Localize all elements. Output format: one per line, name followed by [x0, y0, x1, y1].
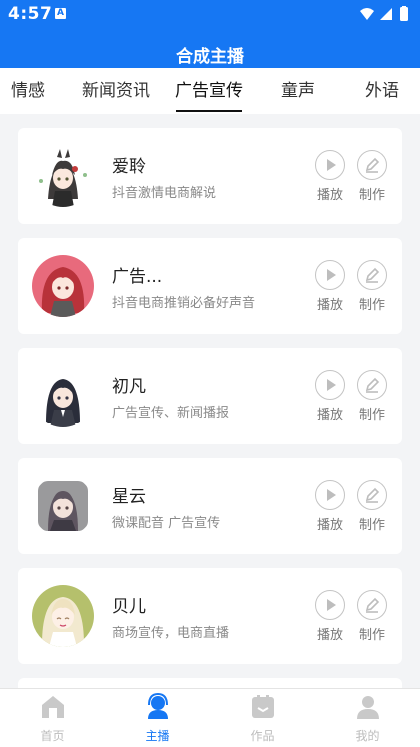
make-button[interactable]: 制作	[352, 480, 392, 536]
edit-icon	[357, 590, 387, 620]
play-button[interactable]: 播放	[310, 260, 350, 316]
category-tabs: 情感 新闻资讯 广告宣传 童声 外语	[0, 68, 420, 114]
signal-icon	[380, 8, 392, 20]
make-button[interactable]: 制作	[352, 260, 392, 316]
anchor-name: 初凡	[112, 377, 146, 397]
play-icon	[315, 150, 345, 180]
make-label: 制作	[358, 408, 385, 423]
nav-me-label: 我的	[355, 729, 380, 743]
avatar-illustration	[32, 145, 94, 207]
tab-foreign-language[interactable]: 外语	[350, 68, 414, 114]
make-label: 制作	[358, 188, 385, 203]
play-icon	[315, 370, 345, 400]
notification-a-icon: A	[55, 8, 66, 19]
anchor-description: 广告宣传、新闻播报	[112, 406, 230, 421]
app-header: 4:57 A 合成主播	[0, 0, 420, 68]
bottom-navigation: 首页 主播 作品 我的	[0, 688, 420, 747]
anchor-name: 广告...	[112, 267, 163, 287]
play-icon	[315, 260, 345, 290]
play-label: 播放	[316, 298, 343, 313]
anchor-card[interactable]: 贝儿 商场宣传，电商直播 播放 制作	[18, 568, 402, 664]
anchor-card[interactable]: 广告... 抖音电商推销必备好声音 播放 制作	[18, 238, 402, 334]
wifi-icon	[360, 8, 374, 20]
tab-advertising[interactable]: 广告宣传	[170, 68, 248, 114]
make-label: 制作	[358, 298, 385, 313]
battery-icon	[400, 7, 408, 21]
anchor-avatar	[32, 145, 94, 207]
anchor-name: 爱聆	[112, 157, 146, 177]
edit-icon	[357, 260, 387, 290]
make-label: 制作	[358, 518, 385, 533]
anchor-description: 抖音电商推销必备好声音	[112, 296, 256, 311]
tab-emotion[interactable]: 情感	[0, 68, 56, 114]
avatar-illustration	[32, 585, 94, 647]
anchor-name: 贝儿	[112, 597, 146, 617]
edit-icon	[357, 480, 387, 510]
edit-icon	[357, 370, 387, 400]
nav-works[interactable]: 作品	[210, 689, 315, 747]
play-label: 播放	[316, 408, 343, 423]
status-bar: 4:57 A	[0, 0, 420, 28]
make-label: 制作	[358, 628, 385, 643]
play-button[interactable]: 播放	[310, 590, 350, 646]
anchor-card-partial[interactable]	[18, 678, 402, 688]
make-button[interactable]: 制作	[352, 150, 392, 206]
avatar-illustration	[32, 365, 94, 427]
nav-me[interactable]: 我的	[315, 689, 420, 747]
anchor-description: 微课配音 广告宣传	[112, 516, 221, 531]
tab-child-voice[interactable]: 童声	[266, 68, 330, 114]
works-icon	[252, 695, 274, 718]
play-label: 播放	[316, 518, 343, 533]
anchor-card[interactable]: 爱聆 抖音激情电商解说 播放 制作	[18, 128, 402, 224]
anchor-description: 商场宣传，电商直播	[112, 626, 230, 641]
avatar-illustration	[32, 475, 94, 537]
active-tab-indicator	[176, 110, 242, 112]
tab-news[interactable]: 新闻资讯	[70, 68, 162, 114]
avatar-illustration	[32, 255, 94, 317]
play-button[interactable]: 播放	[310, 480, 350, 536]
play-label: 播放	[316, 628, 343, 643]
anchor-headset-icon	[148, 693, 168, 719]
play-button[interactable]: 播放	[310, 370, 350, 426]
anchor-card[interactable]: 星云 微课配音 广告宣传 播放 制作	[18, 458, 402, 554]
nav-home-label: 首页	[40, 729, 65, 743]
play-icon	[315, 480, 345, 510]
nav-anchor[interactable]: 主播	[105, 689, 210, 747]
home-icon	[42, 696, 64, 718]
page-title: 合成主播	[176, 47, 244, 67]
anchor-avatar	[32, 365, 94, 427]
anchor-avatar	[32, 255, 94, 317]
make-button[interactable]: 制作	[352, 370, 392, 426]
make-button[interactable]: 制作	[352, 590, 392, 646]
nav-anchor-label: 主播	[145, 729, 170, 743]
anchor-avatar	[32, 475, 94, 537]
play-button[interactable]: 播放	[310, 150, 350, 206]
anchor-list: 爱聆 抖音激情电商解说 播放 制作 广告... 抖音电商推销必备好声音 播放 制…	[0, 114, 420, 688]
play-label: 播放	[316, 188, 343, 203]
nav-works-label: 作品	[250, 729, 275, 743]
edit-icon	[357, 150, 387, 180]
anchor-card[interactable]: 初凡 广告宣传、新闻播报 播放 制作	[18, 348, 402, 444]
anchor-name: 星云	[112, 487, 146, 507]
anchor-description: 抖音激情电商解说	[112, 186, 217, 201]
anchor-avatar	[32, 585, 94, 647]
status-time: 4:57	[8, 4, 53, 24]
profile-icon	[357, 696, 379, 719]
nav-home[interactable]: 首页	[0, 689, 105, 747]
play-icon	[315, 590, 345, 620]
system-status-icons	[360, 6, 408, 21]
